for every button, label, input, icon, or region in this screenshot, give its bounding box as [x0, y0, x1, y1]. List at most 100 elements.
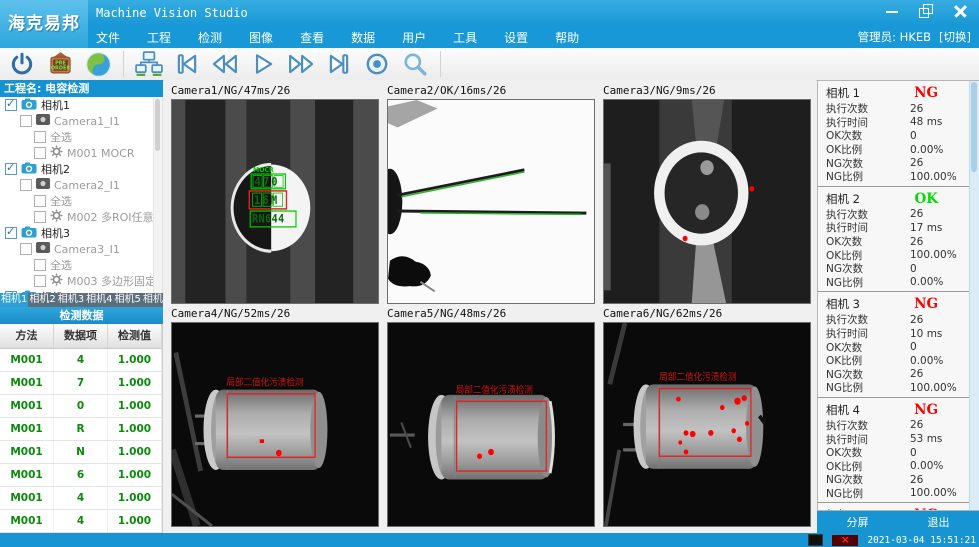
tree-checkbox[interactable]	[34, 275, 46, 287]
admin-area: 管理员: HKEB [切换]	[858, 29, 971, 45]
menu-item[interactable]: 数据	[351, 29, 375, 46]
restore-button[interactable]	[917, 2, 935, 20]
cell-data-item: 4	[54, 487, 108, 509]
camera-tab[interactable]: 相机2	[28, 293, 56, 307]
camera-tab[interactable]: 相机5	[114, 293, 142, 307]
close-button[interactable]	[951, 2, 969, 20]
tree-row[interactable]: M002 多ROI任意线提	[0, 209, 162, 225]
table-row: M001 4 1.000	[0, 487, 162, 510]
toolbar: PRE ORDER	[0, 48, 979, 81]
split-screen-button[interactable]: 分屏	[817, 514, 898, 530]
menu-item[interactable]: 检测	[198, 29, 222, 46]
status-error-icon[interactable]: ×	[832, 535, 858, 546]
sign-button[interactable]: PRE ORDER	[44, 50, 76, 78]
tree-row[interactable]: M001 MOCR	[0, 145, 162, 161]
stats-scrollbar-thumb[interactable]	[971, 82, 977, 172]
search-button[interactable]	[399, 50, 431, 78]
cell-detect-value: 1.000	[108, 464, 162, 486]
camera4-view[interactable]: 局部二值化污渍检测	[171, 322, 379, 527]
tree-checkbox[interactable]	[34, 195, 46, 207]
tree-scrollbar-thumb[interactable]	[155, 99, 160, 151]
tree-item-label: 全选	[50, 129, 72, 145]
tree-row[interactable]: Camera3_I1	[0, 241, 162, 257]
stat-value: 100.00%	[910, 487, 957, 499]
minimize-button[interactable]	[883, 2, 901, 20]
stat-value: 0	[910, 263, 917, 275]
menu-item[interactable]: 帮助	[555, 29, 579, 46]
tree-row[interactable]: 全选	[0, 257, 162, 273]
camera6-view[interactable]: 局部二值化污渍检测	[603, 322, 811, 527]
play-button[interactable]	[247, 50, 279, 78]
camera-tab[interactable]: 相机1	[0, 293, 28, 307]
tree-checkbox[interactable]	[34, 131, 46, 143]
tree-row[interactable]: M003 多边形固定灰度	[0, 273, 162, 289]
menu-item[interactable]: 查看	[300, 29, 324, 46]
camera-icon	[21, 226, 37, 241]
menu-item[interactable]: 工具	[453, 29, 477, 46]
tree-item-label: 全选	[50, 257, 72, 273]
camera3-view[interactable]	[603, 99, 811, 304]
tree-checkbox[interactable]	[5, 227, 17, 239]
menu-item[interactable]: 用户	[402, 29, 426, 46]
svg-text:RN644: RN644	[252, 213, 285, 226]
tree-row[interactable]: Camera1_I1	[0, 113, 162, 129]
table-row: M001 R 1.000	[0, 418, 162, 441]
tree-checkbox[interactable]	[5, 99, 17, 111]
camera-tab[interactable]: 相机6	[142, 293, 163, 307]
stat-camera-name: 相机 3	[826, 296, 860, 312]
search-icon	[401, 51, 429, 77]
camera5-view[interactable]: 局部二值化污渍检测	[387, 322, 595, 527]
stats-scrollbar[interactable]	[969, 81, 979, 510]
tree-item-label: M002 多ROI任意线提	[67, 209, 163, 225]
tree-checkbox[interactable]	[20, 243, 32, 255]
svg-text:ORDER: ORDER	[50, 65, 69, 71]
menu-item[interactable]: 图像	[249, 29, 273, 46]
menu-item[interactable]: 设置	[504, 29, 528, 46]
tree-checkbox[interactable]	[34, 259, 46, 271]
tree-row[interactable]: 相机3	[0, 225, 162, 241]
rewind-button[interactable]	[209, 50, 241, 78]
tree-checkbox[interactable]	[20, 115, 32, 127]
project-name-header: 工程名: 电容检测	[0, 80, 163, 97]
stat-value: 26	[910, 314, 923, 326]
table-column-header: 检测值	[108, 324, 162, 348]
fast-forward-button[interactable]	[285, 50, 317, 78]
stat-value: 26	[910, 208, 923, 220]
camera2-view[interactable]	[387, 99, 595, 304]
cell-method: M001	[0, 464, 54, 486]
table-row: M001 4 1.000	[0, 349, 162, 372]
tree-checkbox[interactable]	[20, 179, 32, 191]
fast-forward-icon	[287, 51, 315, 77]
switch-user-link[interactable]: [切换]	[939, 29, 971, 45]
menu-item[interactable]: 文件	[96, 29, 120, 46]
tree-row[interactable]: 相机4	[0, 289, 162, 293]
record-button[interactable]	[361, 50, 393, 78]
camera-cell-5: Camera5/NG/48ms/26 局部二值化污渍检测	[387, 307, 595, 527]
skip-start-button[interactable]	[171, 50, 203, 78]
tree-scrollbar[interactable]	[153, 97, 162, 293]
network-button[interactable]	[133, 50, 165, 78]
tree-row[interactable]: 全选	[0, 193, 162, 209]
tree-row[interactable]: 相机2	[0, 161, 162, 177]
skip-end-button[interactable]	[323, 50, 355, 78]
tree-item-label: Camera1_I1	[54, 115, 120, 128]
camera1-view[interactable]: MOCR 470 16M RN644	[171, 99, 379, 304]
camera-tab[interactable]: 相机3	[57, 293, 85, 307]
power-button[interactable]	[6, 50, 38, 78]
tree-row[interactable]: 全选	[0, 129, 162, 145]
cell-detect-value: 1.000	[108, 349, 162, 371]
tree-row[interactable]: 相机1	[0, 97, 162, 113]
camera-tab[interactable]: 相机4	[85, 293, 113, 307]
tree-checkbox[interactable]	[34, 211, 46, 223]
tree-checkbox[interactable]	[34, 147, 46, 159]
tree-row[interactable]: Camera2_I1	[0, 177, 162, 193]
tree-checkbox[interactable]	[5, 291, 17, 293]
camera-icon	[21, 162, 37, 177]
menu-item[interactable]: 工程	[147, 29, 171, 46]
exit-button[interactable]: 退出	[898, 514, 979, 530]
camera3-image	[604, 100, 810, 303]
camera-cell-6: Camera6/NG/62ms/26 局部二值化污渍检测	[603, 307, 811, 527]
tree-checkbox[interactable]	[5, 163, 17, 175]
eco-button[interactable]	[82, 50, 114, 78]
status-square-icon[interactable]	[808, 534, 823, 546]
